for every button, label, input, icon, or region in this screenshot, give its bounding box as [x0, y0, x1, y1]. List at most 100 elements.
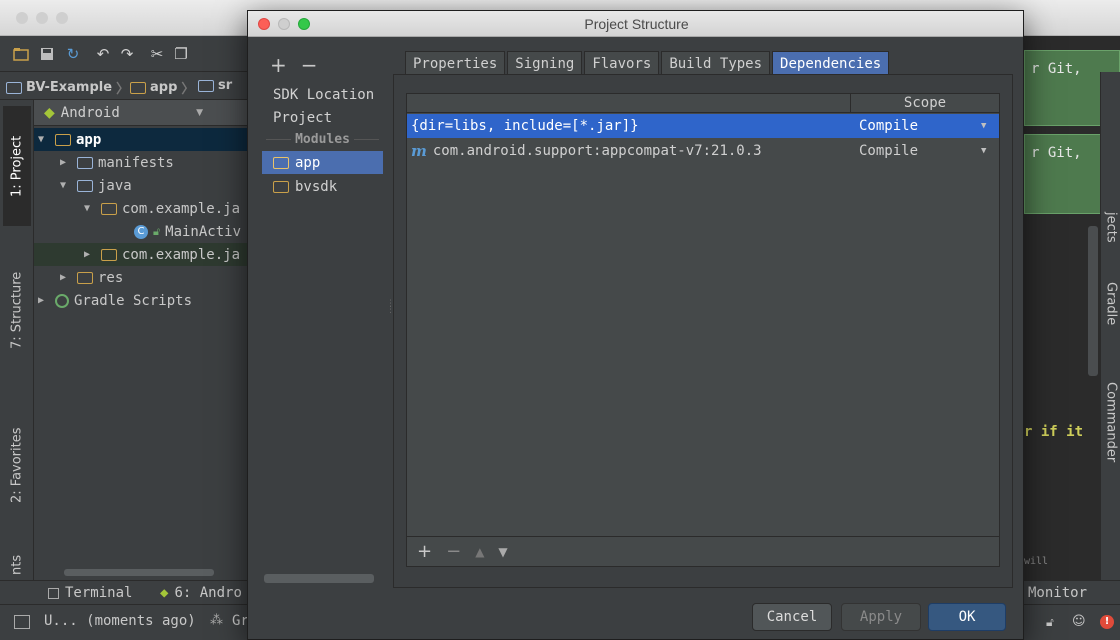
nav-item-sdk-location[interactable]: SDK Location [262, 83, 383, 106]
monitor-tab[interactable]: Monitor [1028, 585, 1087, 601]
lock-icon[interactable]: 🔓︎ [1046, 615, 1054, 630]
dialog-close-button[interactable] [258, 18, 270, 30]
apply-button[interactable]: Apply [841, 603, 921, 631]
breadcrumb-label: BV-Example [26, 80, 113, 95]
stripe-partial-button[interactable]: nts [3, 550, 31, 580]
structure-tool-button[interactable]: 7: Structure [3, 245, 31, 375]
dependency-label: {dir=libs, include=[*.jar]} [411, 118, 639, 134]
project-view-selector[interactable]: ◆ Android ▼ [34, 100, 247, 126]
horizontal-scrollbar[interactable] [34, 566, 247, 578]
scope-select[interactable]: Compile [859, 143, 918, 159]
stripe-label: jects [1103, 212, 1119, 243]
move-up-button[interactable]: ▲ [475, 545, 484, 559]
cancel-button[interactable]: Cancel [752, 603, 832, 631]
nav-item-module-app[interactable]: app [262, 151, 383, 174]
class-icon: C [134, 224, 148, 239]
section-label: Modules [295, 131, 350, 147]
tree-item[interactable]: ▶ Gradle Scripts [38, 289, 192, 312]
table-toolbar: + − ▲ ▼ [407, 536, 999, 566]
nav-item-module-bvsdk[interactable]: bvsdk [262, 175, 383, 198]
project-structure-dialog: Project Structure + − SDK Location Proje… [247, 10, 1024, 640]
dependency-label: com.android.support:appcompat-v7:21.0.3 [432, 143, 762, 159]
remove-dependency-button[interactable]: − [446, 541, 461, 562]
stripe-label: 7: Structure [9, 271, 25, 349]
ide-zoom-button[interactable] [56, 12, 68, 24]
favorites-tool-button[interactable]: 2: Favorites [3, 400, 31, 530]
tab-label: Flavors [592, 55, 652, 72]
projects-tool-button[interactable]: jects [1103, 212, 1119, 262]
tab-label: Build Types [669, 55, 763, 72]
column-header-dependency[interactable] [407, 94, 851, 113]
dialog-titlebar: Project Structure [248, 11, 1023, 37]
tree-item-label: res [98, 269, 124, 286]
tab-label: Signing [515, 55, 575, 72]
vertical-scrollbar[interactable] [1088, 226, 1098, 376]
tab-properties[interactable]: Properties [405, 51, 506, 75]
tab-build-types[interactable]: Build Types [661, 51, 771, 75]
nav-item-project[interactable]: Project [262, 106, 383, 129]
collapse-arrow-icon: ▶ [60, 157, 67, 168]
chevron-down-icon[interactable]: ▼ [981, 146, 986, 156]
table-row[interactable]: {dir=libs, include=[*.jar]} Compile ▼ [407, 114, 999, 138]
project-tool-button[interactable]: 1: Project [3, 106, 31, 226]
error-icon[interactable]: ! [1100, 615, 1114, 629]
nav-scrollbar[interactable] [264, 574, 374, 583]
add-module-button[interactable]: + [270, 53, 287, 77]
tab-flavors[interactable]: Flavors [584, 51, 660, 75]
commander-tool-button[interactable]: Commander [1103, 382, 1119, 482]
save-icon[interactable] [38, 45, 56, 63]
module-folder-icon [55, 133, 71, 146]
tree-item-label: java [98, 177, 132, 194]
cut-icon[interactable]: ✂ [148, 45, 166, 63]
tab-signing[interactable]: Signing [507, 51, 583, 75]
tree-item[interactable]: C 🔓︎ MainActiv [134, 220, 241, 243]
inspector-icon[interactable]: ☺ [1072, 614, 1086, 629]
gradle-tool-button[interactable]: Gradle [1103, 282, 1119, 362]
collapse-arrow-icon: ▶ [84, 249, 91, 260]
column-header-scope[interactable]: Scope [851, 94, 999, 113]
sync-icon[interactable]: ↻ [64, 45, 82, 63]
tree-item[interactable]: ▶ manifests [60, 151, 174, 174]
tree-item[interactable]: ▼ java [60, 174, 132, 197]
expand-arrow-icon: ▼ [60, 180, 67, 191]
scope-select[interactable]: Compile [859, 118, 918, 134]
breadcrumb-item[interactable]: sr [198, 78, 232, 93]
collapse-arrow-icon: ▶ [38, 295, 45, 306]
android-monitor-tab[interactable]: ◆ 6: Andro [160, 585, 242, 601]
tree-item[interactable]: ▼ app [34, 128, 247, 151]
move-down-button[interactable]: ▼ [498, 545, 507, 559]
ok-button[interactable]: OK [928, 603, 1006, 631]
breadcrumb-item[interactable]: BV-Example 〉 [6, 78, 129, 97]
breadcrumb-item[interactable]: app 〉 [130, 78, 194, 97]
panel-toggle-icon[interactable] [14, 615, 30, 629]
status-message: U... (moments ago) [44, 613, 196, 629]
ide-minimize-button[interactable] [36, 12, 48, 24]
open-folder-icon[interactable] [12, 45, 30, 63]
undo-icon[interactable]: ↶ [94, 45, 112, 63]
right-tool-stripe: jects Gradle Commander [1100, 72, 1120, 580]
table-row[interactable]: m com.android.support:appcompat-v7:21.0.… [407, 139, 999, 163]
package-icon [101, 202, 117, 215]
splitter-handle[interactable]: ⋮ ⋮ [386, 300, 395, 325]
nav-item-label: bvsdk [295, 178, 338, 195]
tree-item[interactable]: ▶ com.example.ja [34, 243, 247, 266]
redo-icon[interactable]: ↷ [118, 45, 136, 63]
modules-section-header: Modules [262, 130, 383, 148]
chevron-down-icon[interactable]: ▼ [981, 121, 986, 131]
collapse-arrow-icon: ▶ [60, 272, 67, 283]
structure-nav-list: SDK Location Project Modules app bvsdk [262, 81, 383, 587]
dialog-zoom-button[interactable] [298, 18, 310, 30]
tab-dependencies[interactable]: Dependencies [772, 51, 890, 75]
resource-folder-icon [77, 271, 93, 284]
dialog-minimize-button[interactable] [278, 18, 290, 30]
package-icon [101, 248, 117, 261]
tree-item[interactable]: ▼ com.example.ja [84, 197, 240, 220]
remove-module-button[interactable]: − [301, 53, 318, 77]
add-dependency-button[interactable]: + [417, 541, 432, 562]
copy-icon[interactable]: ❐ [172, 45, 190, 63]
tree-item[interactable]: ▶ res [60, 266, 123, 289]
terminal-tab[interactable]: Terminal [48, 585, 132, 601]
ide-close-button[interactable] [16, 12, 28, 24]
tab-label: Terminal [65, 585, 133, 601]
terminal-icon [48, 587, 59, 599]
